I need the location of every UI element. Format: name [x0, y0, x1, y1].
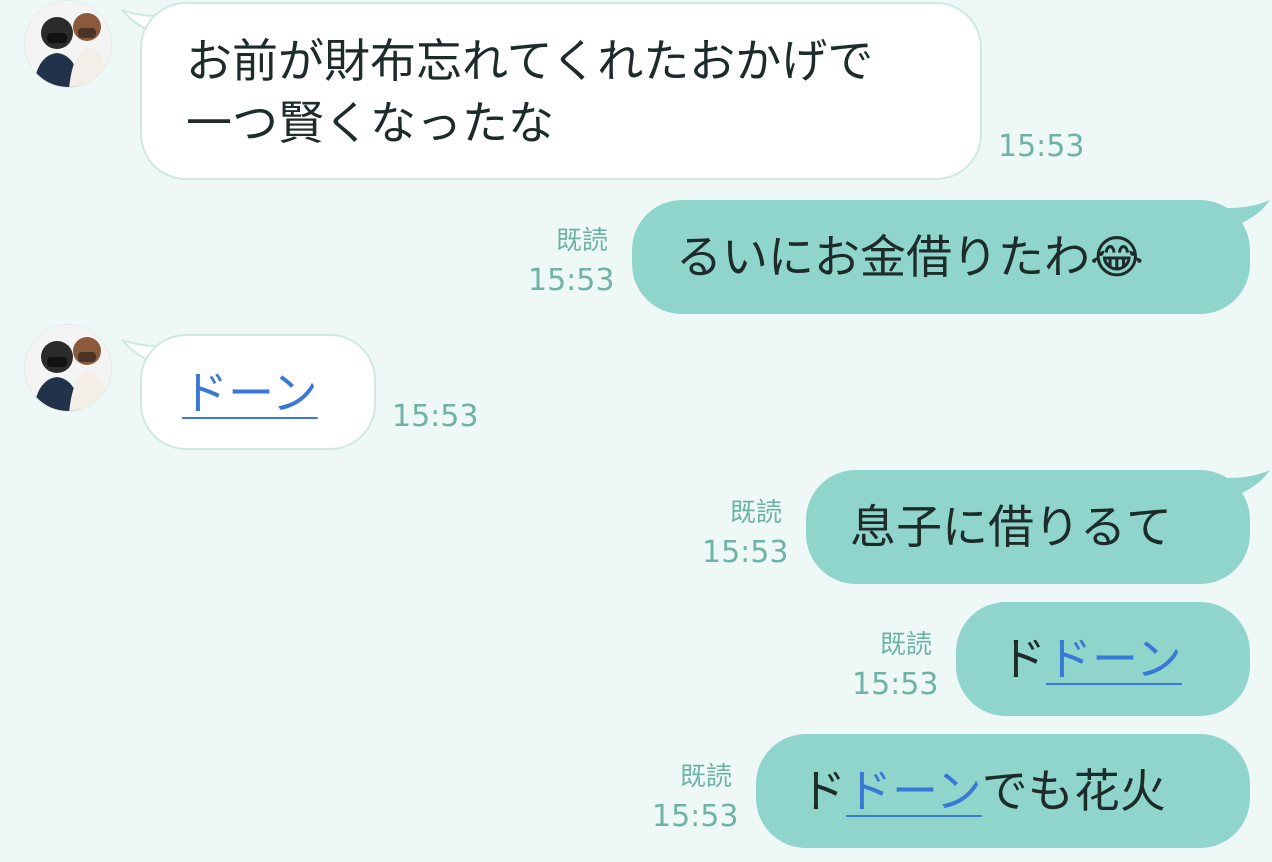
message-link[interactable]: ドーン: [1046, 632, 1182, 686]
message-time: 15:53: [852, 667, 939, 702]
read-receipt: 既読: [680, 762, 733, 792]
bubble-tail: [1228, 200, 1270, 228]
message-time: 15:53: [998, 129, 1085, 164]
bubble-tail: [1228, 470, 1270, 498]
message-bubble-outgoing[interactable]: 息子に借りるて: [806, 470, 1250, 584]
message-text: 息子に借りるて: [850, 500, 1172, 554]
avatar-photo-icon: [25, 1, 111, 87]
message-text-line: お前が財布忘れてくれたおかげで: [186, 34, 874, 88]
read-receipt: 既読: [880, 630, 933, 660]
message-text: ド: [1000, 632, 1046, 686]
message-bubble-outgoing[interactable]: ドドーン: [956, 602, 1250, 716]
message-time: 15:53: [392, 399, 479, 434]
message-text: でも花火: [981, 764, 1166, 818]
chat-view: お前が財布忘れてくれたおかげで 一つ賢くなったな 15:53 既読 15:53 …: [0, 0, 1272, 862]
message-text: るいにお金借りたわ😂: [676, 230, 1144, 284]
message-bubble-outgoing[interactable]: ドドーンでも花火: [756, 734, 1250, 848]
message-link[interactable]: ドーン: [846, 764, 982, 818]
contact-avatar[interactable]: [24, 324, 112, 412]
message-time: 15:53: [652, 799, 739, 834]
contact-avatar[interactable]: [24, 0, 112, 88]
message-time: 15:53: [702, 535, 789, 570]
read-receipt: 既読: [556, 226, 609, 256]
message-text-line: 一つ賢くなったな: [186, 96, 554, 150]
message-bubble-outgoing[interactable]: るいにお金借りたわ😂: [632, 200, 1250, 314]
avatar-photo-icon: [25, 325, 111, 411]
message-time: 15:53: [528, 263, 615, 298]
message-text: ド: [800, 764, 846, 818]
message-bubble-incoming[interactable]: お前が財布忘れてくれたおかげで 一つ賢くなったな: [140, 2, 982, 180]
read-receipt: 既読: [730, 498, 783, 528]
message-bubble-incoming[interactable]: ドーン: [140, 334, 376, 450]
message-link[interactable]: ドーン: [182, 366, 318, 420]
